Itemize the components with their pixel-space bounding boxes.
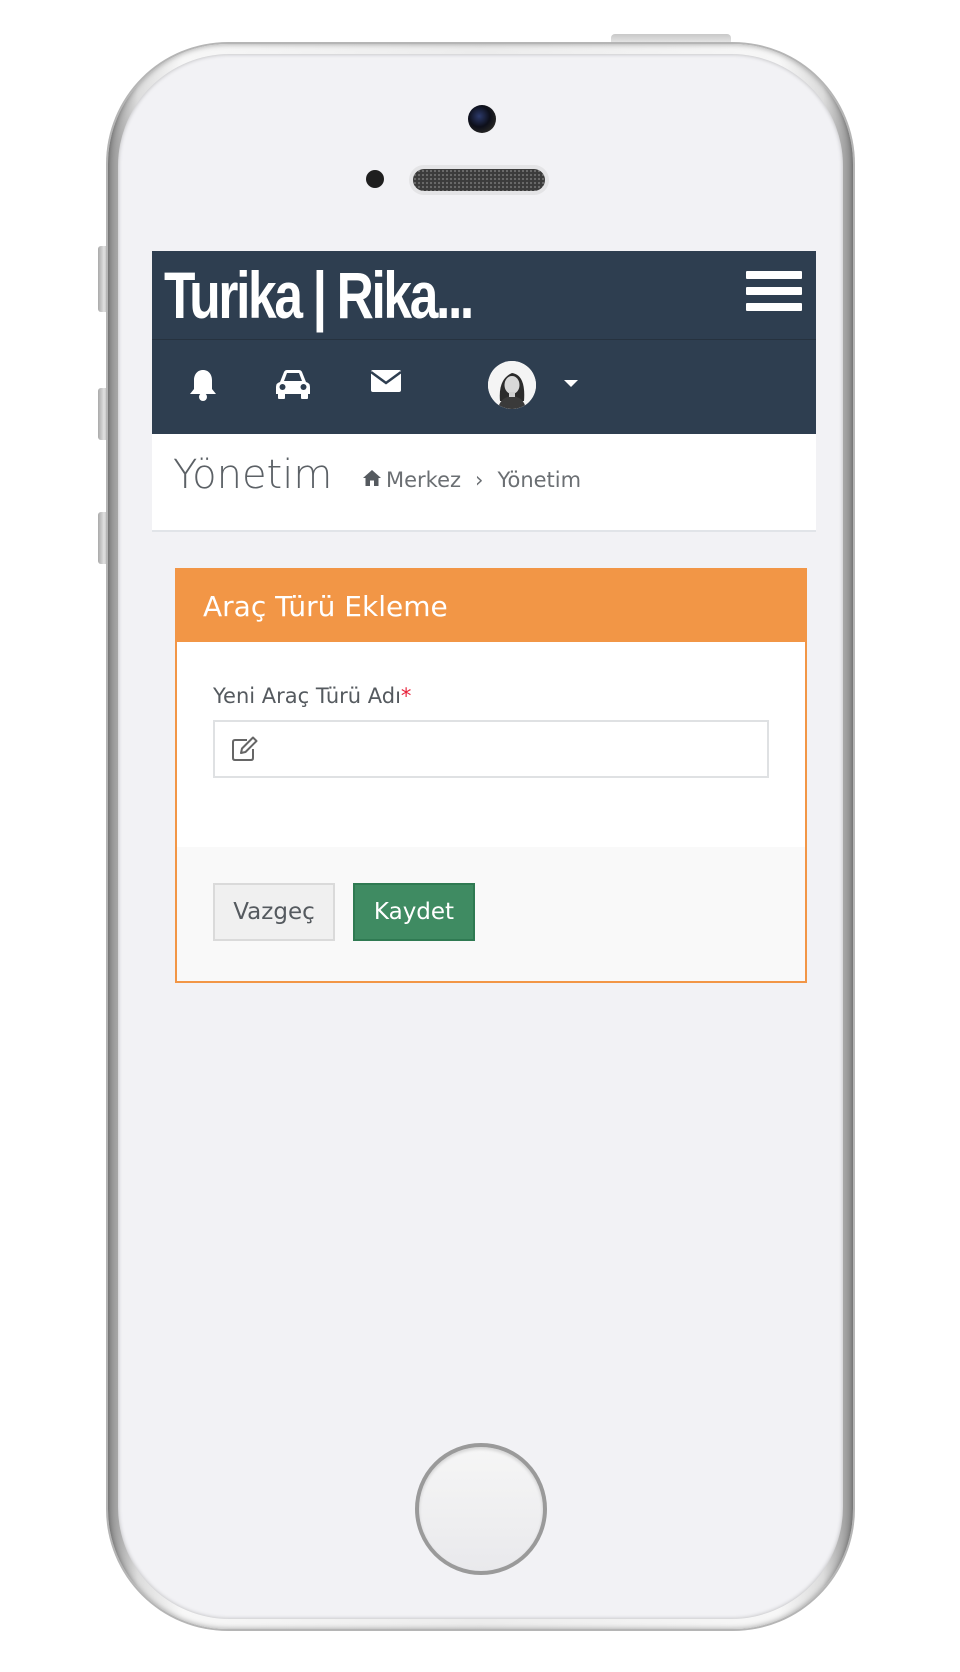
vehicle-type-name-input[interactable] [271,722,755,778]
phone-power-button [611,34,731,44]
breadcrumb-current: Yönetim [497,468,582,492]
caret-down-icon[interactable] [564,380,578,387]
app-screen: Turika | Rika... Yönetim Merkez › Yöneti… [152,251,816,1421]
chevron-right-icon: › [475,468,484,492]
phone-volume-down-button [98,512,108,564]
vehicle-type-name-label: Yeni Araç Türü Adı* [213,684,769,708]
edit-icon [231,736,259,762]
envelope-icon[interactable] [370,368,410,404]
required-marker: * [400,684,412,708]
home-icon[interactable] [362,468,382,492]
panel-body: Yeni Araç Türü Adı* [177,642,805,809]
panel-footer: Vazgeç Kaydet [177,847,805,981]
breadcrumb: Merkez › Yönetim [362,468,581,492]
page-header: Yönetim Merkez › Yönetim [152,434,816,532]
vehicle-type-name-field[interactable] [213,720,769,778]
proximity-sensor [366,170,384,188]
field-label-text: Yeni Araç Türü Adı [213,684,401,708]
hamburger-menu-icon[interactable] [746,271,802,319]
bell-icon[interactable] [188,368,228,404]
vehicle-type-form-panel: Araç Türü Ekleme Yeni Araç Türü Adı* Vaz… [175,568,807,983]
earpiece-speaker [413,169,545,191]
save-button[interactable]: Kaydet [353,883,475,941]
user-avatar[interactable] [488,361,536,409]
top-navbar: Turika | Rika... [152,251,816,339]
breadcrumb-home-link[interactable]: Merkez [386,468,461,492]
car-icon[interactable] [274,368,314,404]
home-button[interactable] [415,1443,547,1575]
cancel-button[interactable]: Vazgeç [213,883,335,941]
page-title: Yönetim [173,452,333,498]
phone-volume-up-button [98,388,108,440]
front-camera [468,105,496,133]
panel-title: Araç Türü Ekleme [203,589,448,623]
icon-toolbar [152,339,816,434]
phone-mute-switch [98,246,108,312]
panel-header: Araç Türü Ekleme [177,570,805,642]
app-logo[interactable]: Turika | Rika... [164,257,474,333]
